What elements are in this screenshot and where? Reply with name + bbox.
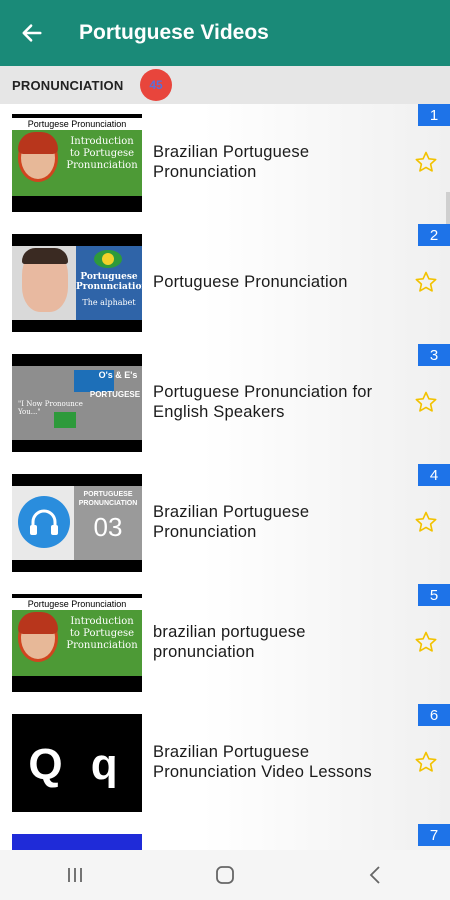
video-title[interactable]: brazilian portuguese pronunciation <box>153 622 398 662</box>
headphones-icon <box>18 496 70 548</box>
star-outline-icon[interactable] <box>414 510 438 534</box>
video-item[interactable]: 3 O's & E's PORTUGESE "I Now Pronounce Y… <box>0 344 450 464</box>
video-thumbnail[interactable]: PORTUGUESE PRONUNCIATION 03 <box>12 474 142 572</box>
index-badge: 4 <box>418 464 450 486</box>
thumbnail-text: Introduction to Portugese Pronunciation <box>66 136 138 171</box>
section-label: PRONUNCIATION <box>12 77 124 93</box>
thumbnail-caption: Portugese Pronunciation <box>12 598 142 610</box>
video-title[interactable]: Brazilian Portuguese Pronunciation <box>153 502 398 542</box>
thumbnail-text: PORTUGUESE PRONUNCIATION <box>78 491 138 507</box>
thumbnail-text: Introduction to Portugese Pronunciation <box>66 616 138 651</box>
star-outline-icon[interactable] <box>414 750 438 774</box>
video-thumbnail[interactable]: Portugese Pronunciation Introduction to … <box>12 594 142 692</box>
video-item[interactable]: 1 Portugese Pronunciation Introduction t… <box>0 104 450 224</box>
video-thumbnail[interactable]: Portugese Pronunciation Introduction to … <box>12 114 142 212</box>
index-badge: 5 <box>418 584 450 606</box>
index-badge: 1 <box>418 104 450 126</box>
video-item[interactable]: 6 Q q Brazilian Portuguese Pronunciation… <box>0 704 450 824</box>
app-bar: Portuguese Videos <box>0 0 450 66</box>
video-count-badge: 45 <box>140 69 172 101</box>
page-title: Portuguese Videos <box>79 21 269 44</box>
video-title[interactable]: Portuguese Pronunciation for English Spe… <box>153 382 398 422</box>
system-nav-bar <box>0 850 450 900</box>
index-badge: 6 <box>418 704 450 726</box>
thumbnail-text: Q q <box>28 740 126 789</box>
thumbnail-quote: "I Now Pronounce You..." <box>18 400 83 416</box>
flag-brazil-icon <box>94 250 122 268</box>
star-outline-icon[interactable] <box>414 270 438 294</box>
flag-brazil-icon <box>54 412 76 428</box>
video-thumbnail[interactable]: O's & E's PORTUGESE "I Now Pronounce You… <box>12 354 142 452</box>
thumbnail-number: 03 <box>93 512 123 542</box>
video-item[interactable]: 5 Portugese Pronunciation Introduction t… <box>0 584 450 704</box>
thumbnail-caption: Portugese Pronunciation <box>12 118 142 130</box>
home-icon <box>216 866 234 884</box>
thumbnail-subtext: The alphabet <box>82 298 136 307</box>
home-button[interactable] <box>195 850 255 900</box>
system-back-button[interactable] <box>345 850 405 900</box>
video-title[interactable]: Brazilian Portuguese Pronunciation Video… <box>153 742 398 782</box>
thumbnail-text: O's & E's <box>98 370 138 380</box>
video-title[interactable]: Brazilian Portuguese Pronunciation <box>153 142 398 182</box>
section-header: PRONUNCIATION 45 <box>0 66 450 104</box>
video-title[interactable]: Portuguese Pronunciation <box>153 272 398 292</box>
index-badge: 3 <box>418 344 450 366</box>
video-thumbnail[interactable] <box>12 834 142 850</box>
index-badge: 7 <box>418 824 450 846</box>
star-outline-icon[interactable] <box>414 150 438 174</box>
video-item[interactable]: 7 <box>0 824 450 850</box>
chevron-left-icon <box>369 866 380 884</box>
star-outline-icon[interactable] <box>414 390 438 414</box>
video-list[interactable]: 1 Portugese Pronunciation Introduction t… <box>0 104 450 850</box>
thumbnail-text: Portuguese Pronunciation <box>76 272 142 292</box>
back-button[interactable] <box>0 0 64 66</box>
star-outline-icon[interactable] <box>414 630 438 654</box>
recents-button[interactable] <box>45 850 105 900</box>
video-item[interactable]: 4 PORTUGUESE PRONUNCIATION 03 Brazilian … <box>0 464 450 584</box>
arrow-left-icon <box>22 24 42 42</box>
thumbnail-brand: PORTUGESE <box>89 390 141 399</box>
video-thumbnail[interactable]: Portuguese Pronunciation The alphabet <box>12 234 142 332</box>
video-item[interactable]: 2 Portuguese Pronunciation The alphabet … <box>0 224 450 344</box>
index-badge: 2 <box>418 224 450 246</box>
presenter-hair <box>18 132 58 154</box>
presenter-hair <box>18 612 58 634</box>
video-thumbnail[interactable]: Q q <box>12 714 142 812</box>
recents-icon <box>68 868 82 882</box>
presenter-hair <box>22 248 68 264</box>
